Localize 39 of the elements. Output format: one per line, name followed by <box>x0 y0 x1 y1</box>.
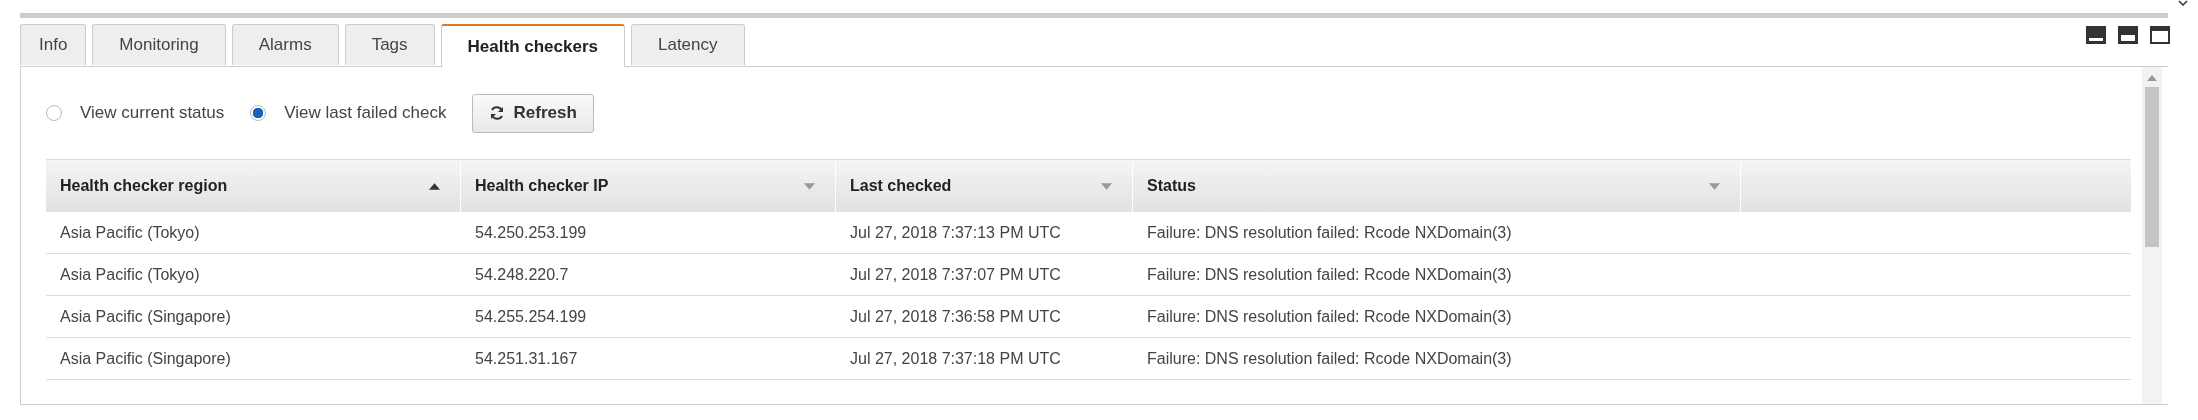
table-cell-text: Jul 27, 2018 7:37:13 PM UTC <box>849 222 1062 243</box>
table-cell-text: 54.255.254.199 <box>474 306 588 327</box>
panel-layout-icon[interactable] <box>2118 26 2138 44</box>
panel-layout-icon[interactable] <box>2086 26 2106 44</box>
table-cell-text: Asia Pacific (Tokyo) <box>59 222 201 243</box>
table-cell-text: Failure: DNS resolution failed: Rcode NXDomain(3) <box>1146 264 1513 285</box>
table-cell-text: Asia Pacific (Singapore) <box>59 306 232 327</box>
column-header[interactable]: Status <box>1133 160 1741 212</box>
radio-button[interactable] <box>46 105 62 121</box>
table-cell-text: Jul 27, 2018 7:37:18 PM UTC <box>849 348 1062 369</box>
refresh-icon <box>489 105 506 121</box>
table-cell-text: Failure: DNS resolution failed: Rcode NXDomain(3) <box>1146 348 1513 369</box>
panel-layout-icon[interactable] <box>2150 26 2170 44</box>
radio-label[interactable]: View last failed check <box>284 103 447 123</box>
radio-button[interactable] <box>250 105 267 121</box>
table-cell-text: 54.250.253.199 <box>474 222 588 243</box>
radio-label[interactable]: View current status <box>80 103 225 123</box>
tab[interactable]: Info <box>20 24 87 65</box>
tab[interactable]: Health checkers <box>440 24 625 67</box>
column-header[interactable]: Health checker IP <box>461 160 836 212</box>
table-cell-text: Failure: DNS resolution failed: Rcode NXDomain(3) <box>1146 306 1513 327</box>
tab[interactable]: Alarms <box>231 24 339 65</box>
table-cell-text: Jul 27, 2018 7:37:07 PM UTC <box>849 264 1062 285</box>
table-cell-text: Failure: DNS resolution failed: Rcode NXDomain(3) <box>1146 222 1513 243</box>
column-header[interactable]: Health checker region <box>46 160 461 212</box>
tab[interactable]: Latency <box>630 24 745 65</box>
tab[interactable]: Monitoring <box>92 24 226 65</box>
caret-icon[interactable] <box>2178 0 2188 6</box>
table-cell-text: Jul 27, 2018 7:36:58 PM UTC <box>849 306 1062 327</box>
table-cell-text: Asia Pacific (Tokyo) <box>59 264 201 285</box>
scroll-up-icon[interactable] <box>2147 75 2157 81</box>
column-header[interactable]: Last checked <box>836 160 1133 212</box>
table-cell-text: Asia Pacific (Singapore) <box>59 348 232 369</box>
table-cell-text: 54.251.31.167 <box>474 348 579 369</box>
scrollbar[interactable] <box>2142 67 2162 404</box>
table-cell-text: 54.248.220.7 <box>474 264 570 285</box>
refresh-button[interactable]: Refresh <box>472 93 594 133</box>
scroll-thumb[interactable] <box>2145 87 2159 247</box>
tab[interactable]: Tags <box>344 24 435 65</box>
